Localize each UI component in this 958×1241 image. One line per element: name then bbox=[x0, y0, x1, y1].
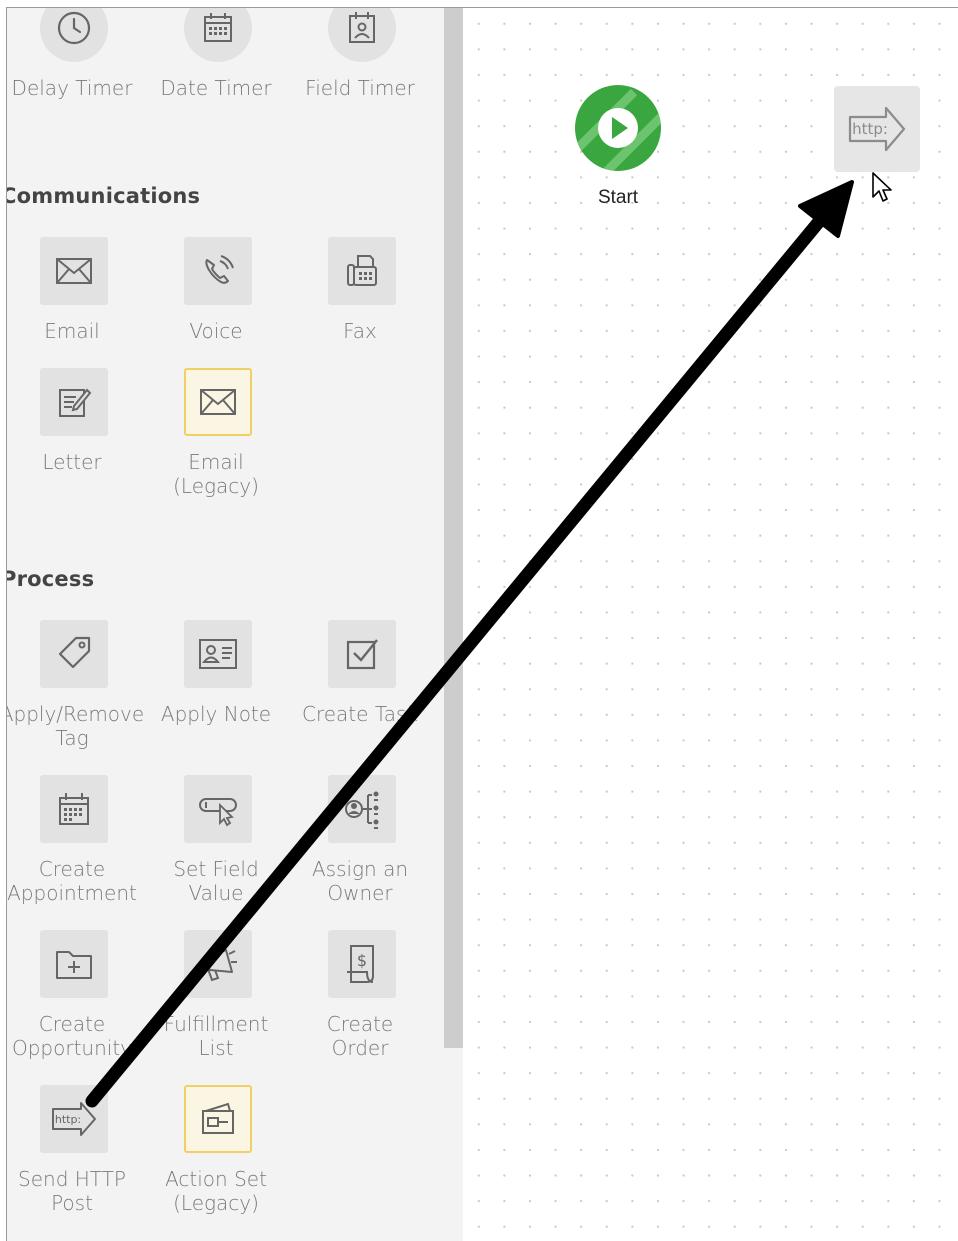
tool-apply-note[interactable]: Apply Note bbox=[153, 620, 293, 760]
svg-text:http:: http: bbox=[55, 1113, 81, 1126]
checkbox-icon bbox=[328, 620, 396, 688]
calendar-icon bbox=[40, 775, 108, 843]
tool-fax[interactable]: Fax bbox=[297, 237, 437, 377]
tool-label: Set Field Value bbox=[173, 857, 259, 905]
tool-label: Create Order bbox=[326, 1012, 394, 1060]
tool-set-field-value[interactable]: Set Field Value bbox=[153, 775, 293, 915]
folder-plus-icon bbox=[40, 930, 108, 998]
section-title-communications: Communications bbox=[7, 184, 201, 208]
tool-voice[interactable]: Voice bbox=[153, 237, 293, 377]
start-node[interactable] bbox=[574, 84, 662, 172]
tool-label: Create Opportunity bbox=[11, 1012, 133, 1060]
section-title-process: Process bbox=[7, 567, 95, 591]
tool-assign-an-owner[interactable]: Assign an Owner bbox=[297, 775, 437, 915]
tool-fulfillment-list[interactable]: Fulfillment List bbox=[153, 930, 293, 1070]
tool-label: Letter bbox=[42, 450, 102, 474]
phone-icon bbox=[184, 237, 252, 305]
contact-card-calendar-icon bbox=[328, 8, 396, 62]
start-node-label: Start bbox=[597, 187, 639, 208]
clock-icon bbox=[40, 8, 108, 62]
tool-create-appointment[interactable]: Create Appointment bbox=[7, 775, 149, 915]
tool-label: Field Timer bbox=[305, 76, 415, 100]
mouse-cursor-icon bbox=[871, 171, 893, 210]
tool-label: Create Task bbox=[302, 702, 418, 726]
http-arrow-icon: http: bbox=[848, 106, 906, 152]
svg-text:$: $ bbox=[357, 951, 367, 970]
tool-send-http-post[interactable]: http: Send HTTP Post bbox=[9, 1085, 149, 1225]
fax-icon bbox=[328, 237, 396, 305]
tool-delay-timer[interactable]: Delay Timer bbox=[9, 8, 149, 134]
send-http-post-node[interactable]: http: bbox=[834, 86, 920, 172]
tool-create-opportunity[interactable]: Create Opportunity bbox=[9, 930, 149, 1070]
tool-label: Assign an Owner bbox=[311, 857, 409, 905]
tool-letter[interactable]: Letter bbox=[9, 368, 149, 508]
element-palette-sidebar[interactable]: Delay Timer Date Timer Field Timer Commu… bbox=[7, 8, 463, 1241]
left-border bbox=[6, 7, 7, 1241]
tool-action-set-legacy[interactable]: Action Set (Legacy) bbox=[153, 1085, 293, 1225]
tool-create-task[interactable]: Create Task bbox=[297, 620, 437, 760]
tool-label: Action Set (Legacy) bbox=[165, 1167, 267, 1215]
http-arrow-icon: http: bbox=[40, 1085, 108, 1153]
envelope-icon bbox=[40, 237, 108, 305]
tool-label: Apply Note bbox=[160, 702, 272, 726]
wallet-icon bbox=[184, 1085, 252, 1153]
tool-field-timer[interactable]: Field Timer bbox=[297, 8, 437, 134]
tool-label: Delay Timer bbox=[11, 76, 133, 100]
tool-create-order[interactable]: $ Create Order bbox=[297, 930, 437, 1070]
receipt-dollar-icon: $ bbox=[328, 930, 396, 998]
megaphone-icon bbox=[184, 930, 252, 998]
tool-email-legacy[interactable]: Email (Legacy) bbox=[153, 368, 293, 508]
http-node-text: http: bbox=[852, 120, 888, 138]
tool-label: Fax bbox=[343, 319, 377, 343]
tool-date-timer[interactable]: Date Timer bbox=[153, 8, 293, 134]
note-card-icon bbox=[184, 620, 252, 688]
tool-label: Email (Legacy) bbox=[173, 450, 259, 498]
tool-label: Fulfillment List bbox=[163, 1012, 269, 1060]
tool-label: Create Appointment bbox=[7, 857, 137, 905]
calendar-icon bbox=[184, 8, 252, 62]
start-play-icon bbox=[575, 85, 661, 171]
sidebar-scrollbar-thumb[interactable] bbox=[444, 8, 463, 1048]
tool-email[interactable]: Email bbox=[9, 237, 149, 377]
letter-edit-icon bbox=[40, 368, 108, 436]
tool-label: Apply/Remove Tag bbox=[7, 702, 145, 750]
tool-label: Date Timer bbox=[160, 76, 272, 100]
field-cursor-icon bbox=[184, 775, 252, 843]
tool-apply-remove-tag[interactable]: Apply/Remove Tag bbox=[7, 620, 149, 760]
tag-icon bbox=[40, 620, 108, 688]
envelope-icon bbox=[184, 368, 252, 436]
tool-label: Voice bbox=[189, 319, 243, 343]
owner-tree-icon bbox=[328, 775, 396, 843]
tool-label: Send HTTP Post bbox=[18, 1167, 126, 1215]
tool-label: Email bbox=[44, 319, 100, 343]
